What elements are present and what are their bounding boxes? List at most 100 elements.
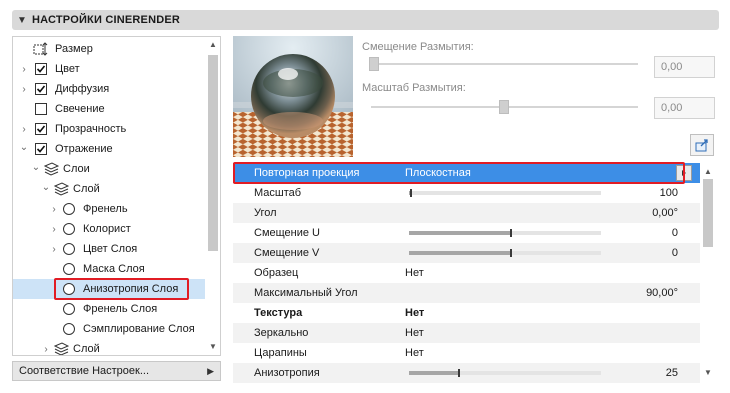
blur-offset-input[interactable]: 0,00: [654, 56, 715, 78]
scroll-up-icon[interactable]: ▲: [700, 167, 716, 176]
table-scrollbar[interactable]: ▲ ▼: [700, 161, 716, 383]
tree-item-layer-2[interactable]: › Слой: [13, 339, 205, 355]
property-row-sample[interactable]: Образец Нет: [233, 263, 700, 283]
tree-item-label: Маска Слоя: [83, 263, 145, 275]
tree-item-label: Колорист: [83, 223, 131, 235]
tree-item-label: Френель: [83, 203, 128, 215]
property-name: Анизотропия: [254, 367, 320, 379]
property-number[interactable]: 0: [672, 227, 678, 239]
reflection-checkbox[interactable]: [35, 143, 47, 155]
match-settings-dropdown[interactable]: Соответствие Настроек... ▶: [12, 361, 221, 381]
property-value[interactable]: Нет: [405, 347, 424, 359]
offset-v-slider[interactable]: [409, 249, 601, 257]
scroll-thumb[interactable]: [208, 55, 218, 251]
property-value[interactable]: Нет: [405, 267, 424, 279]
transparency-checkbox[interactable]: [35, 123, 47, 135]
property-row-mirror[interactable]: Зеркально Нет: [233, 323, 700, 343]
chevron-right-icon[interactable]: ›: [19, 124, 29, 135]
chevron-right-icon[interactable]: ›: [49, 244, 59, 255]
callout-highlight: [233, 162, 685, 184]
tree-item-diffusion[interactable]: › Диффузия: [13, 79, 205, 99]
chevron-right-icon[interactable]: ›: [19, 64, 29, 75]
diffusion-checkbox[interactable]: [35, 83, 47, 95]
sphere-icon: [61, 302, 77, 316]
blur-scale-label: Масштаб Размытия:: [362, 82, 466, 94]
property-value[interactable]: Нет: [405, 327, 424, 339]
offset-u-slider-marker[interactable]: [510, 229, 512, 237]
offset-v-slider-marker[interactable]: [510, 249, 512, 257]
blur-offset-slider[interactable]: [371, 63, 638, 65]
property-row-angle[interactable]: Угол 0,00°: [233, 203, 700, 223]
property-number[interactable]: 90,00°: [646, 287, 678, 299]
layers-icon: [53, 182, 69, 196]
color-checkbox[interactable]: [35, 63, 47, 75]
property-row-anisotropy[interactable]: Анизотропия 25: [233, 363, 700, 383]
scale-slider[interactable]: [409, 189, 601, 197]
property-name: Максимальный Угол: [254, 287, 358, 299]
anisotropy-slider-marker[interactable]: [458, 369, 460, 377]
sphere-icon: [61, 322, 77, 336]
layers-icon: [43, 162, 59, 176]
property-number[interactable]: 100: [660, 187, 678, 199]
tree-item-label: Диффузия: [55, 83, 110, 95]
tree-item-label: Сэмплирование Слоя: [83, 323, 195, 335]
anisotropy-slider[interactable]: [409, 369, 601, 377]
tree-item-layer-fresnel[interactable]: Френель Слоя: [13, 299, 205, 319]
channel-tree: Размер › Цвет › Диффузия Свечение › Проз…: [12, 36, 221, 356]
tree-item-layers[interactable]: ⌄ Слои: [13, 159, 205, 179]
tree-item-layer-mask[interactable]: Маска Слоя: [13, 259, 205, 279]
chevron-down-icon[interactable]: ▼: [12, 15, 32, 26]
chevron-right-icon[interactable]: ›: [49, 224, 59, 235]
tree-item-layer[interactable]: ⌄ Слой: [13, 179, 205, 199]
chevron-down-icon[interactable]: ⌄: [31, 162, 41, 173]
offset-u-slider-fill: [409, 231, 511, 235]
chevron-right-icon[interactable]: ›: [19, 84, 29, 95]
scale-slider-marker[interactable]: [410, 189, 412, 197]
property-row-scale[interactable]: Масштаб 100: [233, 183, 700, 203]
tree-scrollbar[interactable]: ▲ ▼: [205, 37, 220, 355]
chevron-down-icon[interactable]: ⌄: [19, 142, 29, 153]
scroll-down-icon[interactable]: ▼: [700, 368, 716, 377]
chevron-down-icon[interactable]: ⌄: [41, 182, 51, 193]
blur-scale-slider-thumb[interactable]: [499, 100, 509, 114]
tree-item-label: Цвет: [55, 63, 80, 75]
tree-item-glow[interactable]: Свечение: [13, 99, 205, 119]
property-row-offset-u[interactable]: Смещение U 0: [233, 223, 700, 243]
tree-item-color[interactable]: › Цвет: [13, 59, 205, 79]
sphere-icon: [61, 202, 77, 216]
blur-offset-slider-thumb[interactable]: [369, 57, 379, 71]
property-number[interactable]: 0,00°: [652, 207, 678, 219]
tree-item-colorist[interactable]: › Колорист: [13, 219, 205, 239]
tree-item-label: Прозрачность: [55, 123, 127, 135]
offset-u-slider[interactable]: [409, 229, 601, 237]
chevron-right-icon[interactable]: ›: [49, 204, 59, 215]
scroll-thumb[interactable]: [703, 179, 713, 247]
scroll-down-icon[interactable]: ▼: [205, 342, 220, 351]
property-name: Угол: [254, 207, 277, 219]
property-table: Повторная проекция Плоскостная Масштаб 1…: [233, 161, 700, 383]
property-name: Зеркально: [254, 327, 309, 339]
tree-item-transparency[interactable]: › Прозрачность: [13, 119, 205, 139]
chevron-right-icon[interactable]: ›: [41, 344, 51, 355]
property-number[interactable]: 25: [666, 367, 678, 379]
property-number[interactable]: 0: [672, 247, 678, 259]
property-value[interactable]: Нет: [405, 307, 424, 319]
property-row-scratches[interactable]: Царапины Нет: [233, 343, 700, 363]
glow-checkbox[interactable]: [35, 103, 47, 115]
property-row-max-angle[interactable]: Максимальный Угол 90,00°: [233, 283, 700, 303]
resize-icon: [33, 42, 49, 56]
material-preview: [233, 36, 353, 157]
blur-scale-input[interactable]: 0,00: [654, 97, 715, 119]
property-name: Смещение V: [254, 247, 320, 259]
tree-item-size[interactable]: Размер: [13, 39, 205, 59]
export-settings-button[interactable]: [690, 134, 714, 156]
tree-item-fresnel[interactable]: › Френель: [13, 199, 205, 219]
scroll-up-icon[interactable]: ▲: [205, 40, 220, 49]
tree-item-layer-color[interactable]: › Цвет Слоя: [13, 239, 205, 259]
property-row-offset-v[interactable]: Смещение V 0: [233, 243, 700, 263]
property-row-texture[interactable]: Текстура Нет: [233, 303, 700, 323]
tree-item-layer-sampling[interactable]: Сэмплирование Слоя: [13, 319, 205, 339]
export-icon: [695, 139, 708, 152]
tree-item-reflection[interactable]: ⌄ Отражение: [13, 139, 205, 159]
settings-header[interactable]: ▼ НАСТРОЙКИ CINERENDER: [12, 10, 719, 30]
